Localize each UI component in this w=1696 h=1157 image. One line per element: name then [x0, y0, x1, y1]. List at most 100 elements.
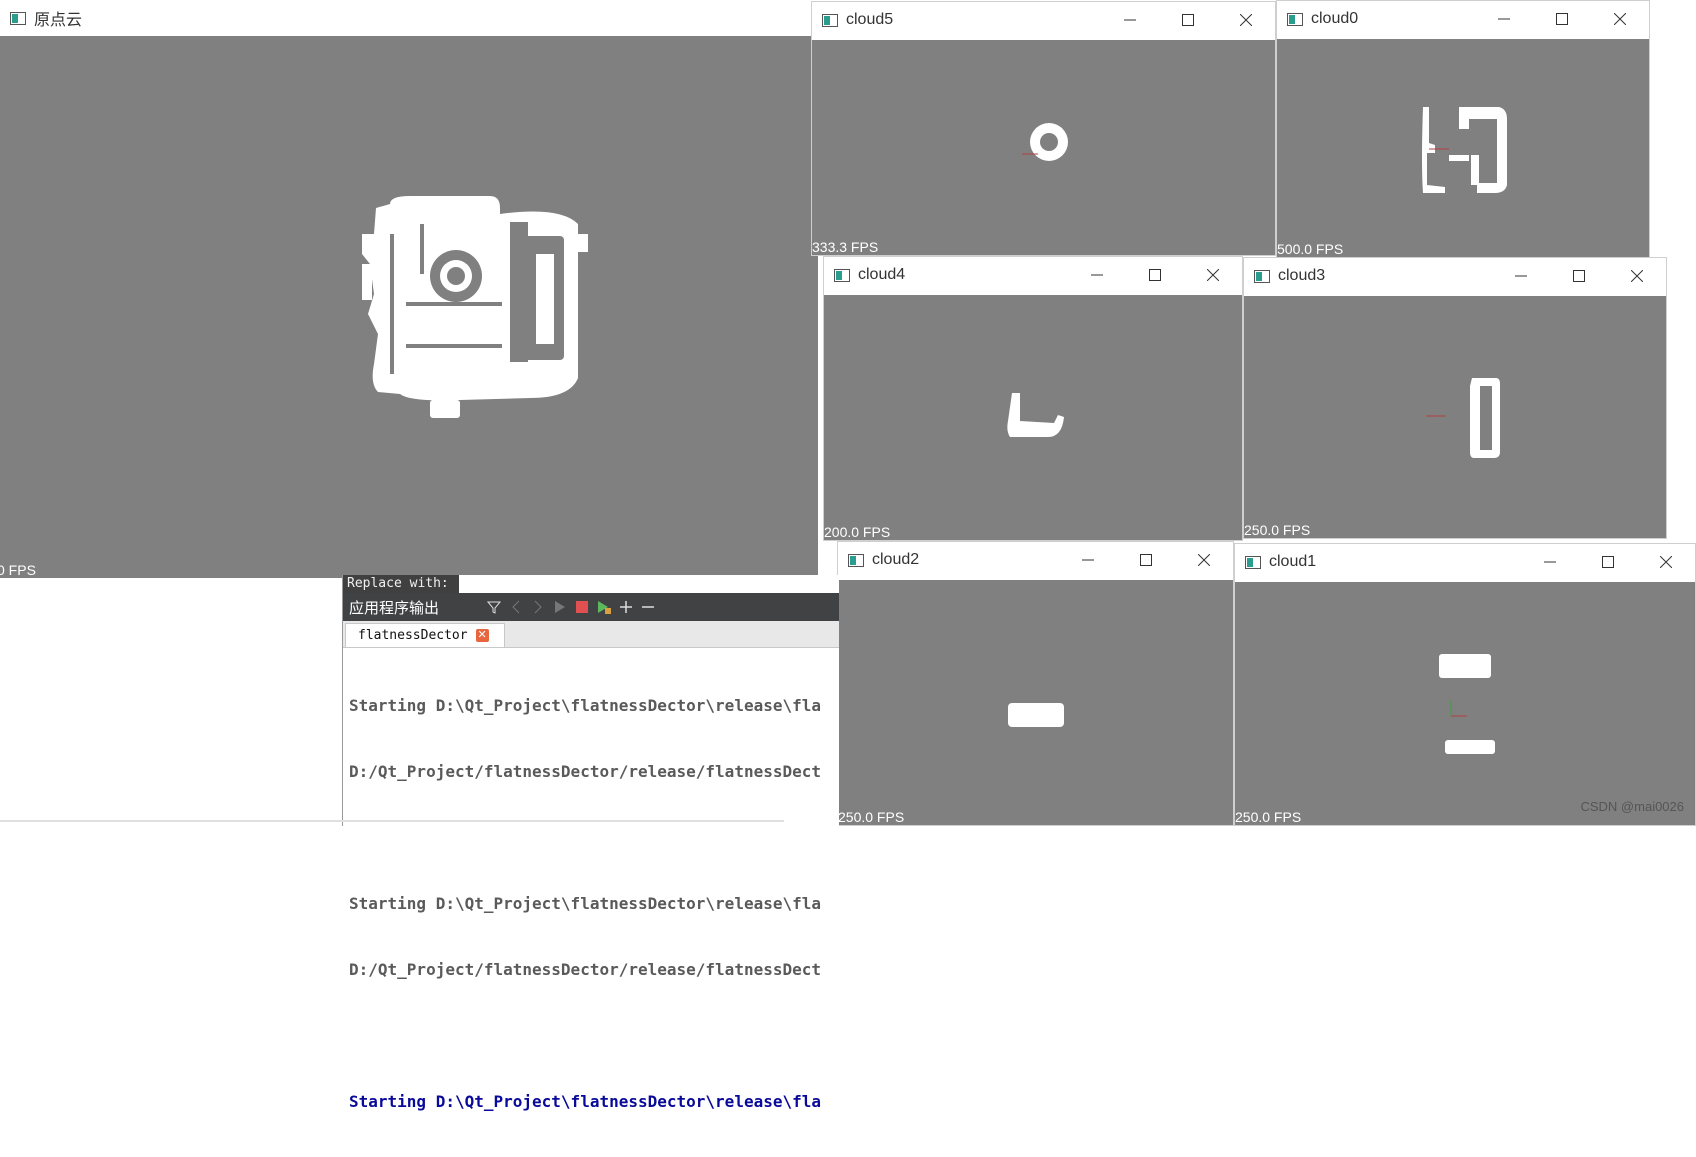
play-icon [555, 601, 565, 613]
cloud0-maximize-button[interactable] [1533, 1, 1591, 37]
plus-icon [620, 601, 632, 613]
cloud3-fps: 250.0 FPS [1244, 522, 1311, 538]
close-tab-icon[interactable]: ✕ [475, 629, 489, 642]
zoom-out-button[interactable] [637, 596, 659, 618]
maximize-icon [1573, 270, 1585, 282]
pcl-window-icon [10, 11, 26, 25]
attach-debugger-button[interactable] [593, 596, 615, 618]
minimize-icon [1498, 18, 1510, 20]
stop-icon [576, 601, 588, 613]
minimize-icon [1544, 561, 1556, 563]
maximize-icon [1602, 556, 1614, 568]
cloud1-fps: 250.0 FPS [1235, 809, 1302, 825]
close-icon [1207, 269, 1219, 281]
minimize-icon [1515, 275, 1527, 277]
main-viewer-titlebar[interactable]: 原点云 [0, 0, 818, 36]
cloud1-viewport[interactable]: 250.0 FPS [1235, 582, 1695, 825]
cloud0-minimize-button[interactable] [1475, 1, 1533, 37]
cloud0-viewport[interactable]: 500.0 FPS [1277, 39, 1649, 257]
cloud1-title: cloud1 [1269, 553, 1317, 570]
cloud5-titlebar[interactable]: cloud5 [812, 2, 1275, 38]
cloud4-title: cloud4 [858, 266, 906, 283]
filter-button[interactable] [483, 596, 505, 618]
filter-icon [487, 601, 501, 614]
application-output-text: Starting D:\Qt_Project\flatnessDector\re… [349, 651, 821, 1157]
cloud2-point-cloud [1008, 703, 1064, 727]
main-viewer-fps: 0 FPS [0, 562, 36, 578]
close-icon [1631, 270, 1643, 282]
output-pane-title: 应用程序输出 [349, 599, 440, 617]
cloud0-titlebar[interactable]: cloud0 [1277, 1, 1649, 37]
cloud0-fps: 500.0 FPS [1277, 241, 1344, 257]
maximize-icon [1149, 269, 1161, 281]
next-button[interactable] [527, 596, 549, 618]
cloud4-close-button[interactable] [1184, 257, 1242, 293]
output-tab-bar: flatnessDector ✕ [343, 621, 839, 648]
bottom-separator [0, 820, 784, 822]
viewer-window-cloud0: cloud0 500.0 FPS [1276, 0, 1650, 258]
cloud3-maximize-button[interactable] [1550, 258, 1608, 294]
viewer-window-cloud3: cloud3 250.0 FPS [1243, 257, 1667, 539]
stop-button[interactable] [571, 596, 593, 618]
main-viewer-viewport[interactable]: 0 FPS [0, 36, 818, 578]
watermark: CSDN @mai0026 [1580, 799, 1684, 814]
cloud4-minimize-button[interactable] [1068, 257, 1126, 293]
close-icon [1240, 14, 1252, 26]
pcl-window-icon [822, 13, 838, 27]
cloud2-viewport[interactable]: 250.0 FPS [838, 580, 1233, 825]
cloud4-fps: 200.0 FPS [824, 524, 891, 540]
output-line: D:/Qt_Project/flatnessDector/release/fla… [349, 762, 822, 781]
cloud4-maximize-button[interactable] [1126, 257, 1184, 293]
close-icon [1198, 554, 1210, 566]
cloud3-close-button[interactable] [1608, 258, 1666, 294]
tab-flatnessdector[interactable]: flatnessDector ✕ [345, 623, 505, 647]
cloud2-maximize-button[interactable] [1117, 542, 1175, 578]
cloud3-viewport[interactable]: 250.0 FPS [1244, 296, 1666, 538]
output-line: D:/Qt_Project/flatnessDector/release/fla… [349, 960, 822, 979]
cloud5-minimize-button[interactable] [1101, 2, 1159, 38]
close-icon [1614, 13, 1626, 25]
cloud4-viewport[interactable]: 200.0 FPS [824, 295, 1242, 540]
viewer-window-cloud5: cloud5 333.3 FPS [811, 1, 1276, 256]
main-viewer-window: 原点云 0 FPS [0, 0, 818, 578]
cloud4-titlebar[interactable]: cloud4 [824, 257, 1242, 293]
cloud2-minimize-button[interactable] [1059, 542, 1117, 578]
cloud5-title: cloud5 [846, 11, 894, 28]
cloud5-close-button[interactable] [1217, 2, 1275, 38]
pcl-window-icon [1287, 12, 1303, 26]
output-line: Starting D:\Qt_Project\flatnessDector\re… [349, 894, 822, 913]
pcl-window-icon [1254, 269, 1270, 283]
maximize-icon [1182, 14, 1194, 26]
cloud3-title: cloud3 [1278, 267, 1326, 284]
zoom-in-button[interactable] [615, 596, 637, 618]
cloud2-fps: 250.0 FPS [838, 809, 905, 825]
tab-label: flatnessDector [358, 628, 468, 643]
output-toolbar: 应用程序输出 [343, 593, 839, 621]
cloud2-titlebar[interactable]: cloud2 [838, 542, 1233, 578]
cloud1-titlebar[interactable]: cloud1 [1235, 544, 1695, 580]
cloud1-maximize-button[interactable] [1579, 544, 1637, 580]
cloud1-minimize-button[interactable] [1521, 544, 1579, 580]
cloud5-viewport[interactable]: 333.3 FPS [812, 40, 1275, 255]
cloud3-titlebar[interactable]: cloud3 [1244, 258, 1666, 294]
chevron-right-icon [534, 600, 542, 614]
cloud1-close-button[interactable] [1637, 544, 1695, 580]
cloud0-axes-indicator [1429, 148, 1449, 150]
output-line: Starting D:\Qt_Project\flatnessDector\re… [349, 696, 822, 715]
cloud5-maximize-button[interactable] [1159, 2, 1217, 38]
main-point-cloud [362, 196, 588, 418]
cloud1-point-cloud-upper [1439, 654, 1491, 678]
run-button[interactable] [549, 596, 571, 618]
replace-with-label: Replace with: [343, 575, 459, 593]
pcl-window-icon [848, 553, 864, 567]
debug-run-icon [598, 601, 611, 614]
cloud5-axes-indicator [1022, 153, 1038, 155]
cloud0-close-button[interactable] [1591, 1, 1649, 37]
cloud2-close-button[interactable] [1175, 542, 1233, 578]
cloud3-minimize-button[interactable] [1492, 258, 1550, 294]
previous-button[interactable] [505, 596, 527, 618]
cloud4-point-cloud [1007, 393, 1064, 437]
pcl-window-icon [834, 268, 850, 282]
